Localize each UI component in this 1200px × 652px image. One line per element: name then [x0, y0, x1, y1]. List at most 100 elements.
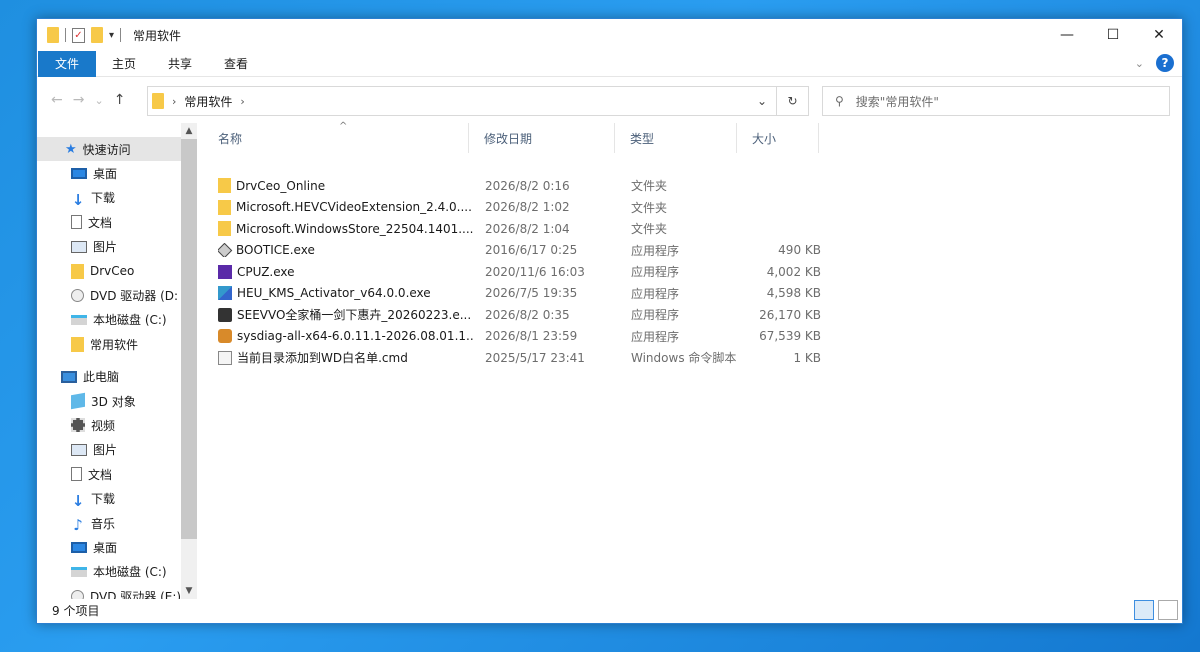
table-row[interactable]: Microsoft.WindowsStore_22504.1401.... 20… [203, 218, 829, 240]
tab-view[interactable]: 查看 [208, 51, 264, 77]
close-button[interactable]: ✕ [1136, 19, 1182, 51]
sysdiag-icon [218, 329, 232, 344]
nav-label: 图片 [93, 240, 118, 255]
customize-toolbar-icon[interactable]: ▾ [109, 30, 114, 41]
nav-item-common-software[interactable]: 常用软件 [37, 332, 197, 356]
3d-objects-icon [71, 392, 85, 410]
computer-icon [61, 370, 77, 383]
address-dropdown-icon[interactable]: ⌄ [748, 87, 776, 115]
view-switcher [1134, 600, 1178, 620]
toolbar-separator [120, 28, 122, 42]
minimize-button[interactable]: — [1044, 19, 1090, 51]
search-box[interactable]: ⚲ 搜索"常用软件" [822, 86, 1170, 116]
nav-item-documents-pc[interactable]: 文档 [37, 462, 197, 486]
explorer-window: ✓ ▾ 常用软件 — ☐ ✕ 文件 主页 共享 查看 ⌄ ? ← → ⌄ ↑ ›… [36, 18, 1183, 624]
toolbar-separator [65, 28, 66, 42]
file-name: DrvCeo_Online [236, 178, 326, 193]
nav-pane-scrollbar[interactable]: ▲ ▼ [181, 123, 197, 599]
star-icon: ★ [65, 142, 77, 158]
file-size: 26,170 KB [759, 307, 821, 322]
recent-locations-button[interactable]: ⌄ [94, 94, 103, 107]
large-icons-view-icon[interactable] [1158, 600, 1178, 620]
column-header-size[interactable]: 大小 [737, 123, 819, 153]
table-row[interactable]: HEU_KMS_Activator_v64.0.0.exe 2026/7/5 1… [203, 283, 829, 305]
nav-quick-access[interactable]: ★ 快速访问 [37, 137, 197, 162]
tab-share[interactable]: 共享 [152, 51, 208, 77]
chevron-right-icon[interactable]: › [172, 95, 176, 108]
nav-item-desktop-pc[interactable]: 桌面 [37, 535, 197, 559]
nav-item-music[interactable]: ♪ 音乐 [37, 511, 197, 535]
nav-label: 下载 [91, 191, 116, 206]
nav-item-pictures-pc[interactable]: 图片 [37, 438, 197, 462]
table-row[interactable]: SEEVVO全家桶一剑下惠卉_20260223.e... 2026/8/2 0:… [203, 304, 829, 326]
file-list: 名称 ^ 修改日期 类型 大小 DrvCeo_Online 2026/8/2 0… [203, 121, 1182, 599]
file-date: 2026/8/2 1:04 [485, 221, 570, 236]
status-bar: 9 个项目 [37, 597, 1182, 623]
nav-item-downloads[interactable]: ↓ 下载 📌 [37, 186, 197, 210]
table-row[interactable]: 当前目录添加到WD白名单.cmd 2025/5/17 23:41 Windows… [203, 347, 829, 369]
nav-item-drvceo[interactable]: DrvCeo [37, 259, 197, 283]
table-row[interactable]: BOOTICE.exe 2016/6/17 0:25 应用程序 490 KB [203, 240, 829, 262]
heu-kms-icon [218, 286, 232, 301]
nav-item-pictures[interactable]: 图片 📌 [37, 235, 197, 259]
nav-item-local-disk-pc[interactable]: 本地磁盘 (C:) [37, 560, 197, 584]
back-button[interactable]: ← [51, 92, 63, 108]
address-bar[interactable]: › 常用软件 › ⌄ ↻ [147, 86, 809, 116]
window-title: 常用软件 [133, 28, 182, 43]
scrollbar-thumb[interactable] [181, 139, 197, 539]
address-actions: ⌄ ↻ [748, 87, 808, 115]
table-row[interactable]: CPUZ.exe 2020/11/6 16:03 应用程序 4,002 KB [203, 261, 829, 283]
seevvo-icon [218, 307, 232, 322]
file-size: 490 KB [778, 243, 821, 258]
table-row[interactable]: Microsoft.HEVCVideoExtension_2.4.0.... 2… [203, 197, 829, 219]
nav-item-videos[interactable]: 视频 [37, 413, 197, 437]
quick-access-toolbar: ✓ ▾ 常用软件 [37, 19, 181, 51]
nav-item-3d-objects[interactable]: 3D 对象 [37, 389, 197, 413]
breadcrumb-item[interactable]: 常用软件 [184, 93, 232, 110]
new-folder-icon[interactable] [91, 27, 103, 43]
nav-label: 文档 [88, 215, 113, 230]
maximize-button[interactable]: ☐ [1090, 19, 1136, 51]
nav-item-documents[interactable]: 文档 📌 [37, 210, 197, 234]
nav-label: 桌面 [93, 540, 118, 555]
forward-button[interactable]: → [73, 92, 85, 108]
up-button[interactable]: ↑ [114, 92, 126, 108]
nav-this-pc[interactable]: 此电脑 [37, 365, 197, 389]
expand-ribbon-icon[interactable]: ⌄ [1135, 57, 1144, 70]
column-header-name[interactable]: 名称 ^ [203, 121, 469, 153]
download-icon: ↓ [71, 491, 85, 510]
file-type: 应用程序 [631, 243, 680, 258]
nav-item-dvd-drive[interactable]: DVD 驱动器 (D: [37, 283, 197, 307]
nav-label: 此电脑 [83, 370, 120, 385]
nav-label: 本地磁盘 (C:) [93, 565, 167, 580]
column-header-type[interactable]: 类型 [615, 123, 737, 153]
nav-item-downloads-pc[interactable]: ↓ 下载 [37, 486, 197, 510]
file-type: Windows 命令脚本 [631, 351, 737, 366]
details-view-icon[interactable] [1134, 600, 1154, 620]
file-name-cell: CPUZ.exe [218, 264, 474, 279]
tab-file[interactable]: 文件 [38, 50, 97, 77]
column-header-date[interactable]: 修改日期 [469, 123, 615, 153]
tab-home[interactable]: 主页 [96, 51, 152, 77]
nav-label: 音乐 [91, 516, 116, 531]
nav-item-local-disk[interactable]: 本地磁盘 (C:) [37, 308, 197, 332]
nav-label: 视频 [91, 418, 116, 433]
nav-label: 本地磁盘 (C:) [93, 313, 167, 328]
scroll-up-icon[interactable]: ▲ [181, 123, 197, 139]
file-type: 应用程序 [631, 329, 680, 344]
picture-icon [71, 443, 87, 456]
help-icon[interactable]: ? [1156, 54, 1174, 72]
file-date: 2026/8/1 23:59 [485, 329, 578, 344]
file-size: 4,002 KB [766, 264, 821, 279]
search-icon: ⚲ [835, 94, 844, 108]
cmd-script-icon [218, 350, 232, 365]
refresh-icon[interactable]: ↻ [776, 87, 808, 115]
desktop-icon [71, 541, 87, 553]
nav-item-desktop[interactable]: 桌面 📌 [37, 161, 197, 185]
table-row[interactable]: sysdiag-all-x64-6.0.11.1-2026.08.01.1...… [203, 326, 829, 348]
table-row[interactable]: DrvCeo_Online 2026/8/2 0:16 文件夹 [203, 175, 829, 197]
chevron-right-icon[interactable]: › [240, 95, 244, 108]
search-input[interactable]: 搜索"常用软件" [856, 93, 939, 110]
folder-icon [152, 93, 164, 109]
properties-icon[interactable]: ✓ [72, 27, 85, 43]
